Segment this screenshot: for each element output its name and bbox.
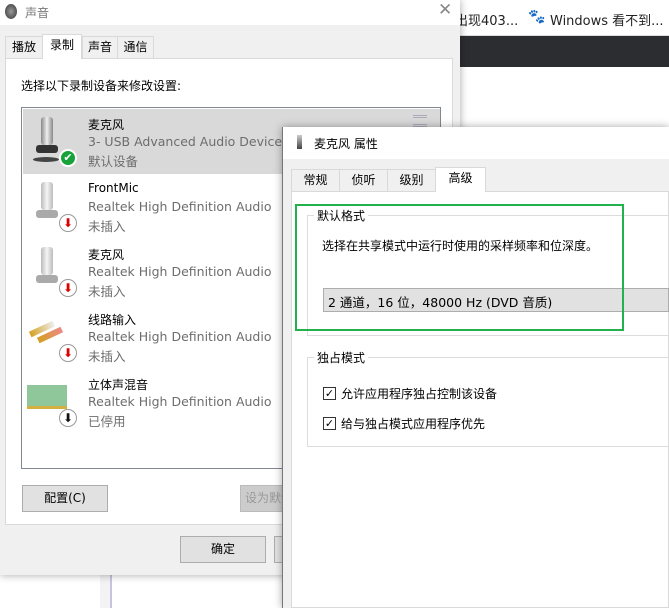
device-status: 默认设备 — [88, 154, 139, 169]
device-status: 已停用 — [88, 414, 126, 429]
disabled-icon: ⬇ — [59, 409, 77, 427]
tab-listen[interactable]: 侦听 — [339, 169, 388, 191]
exclusive-priority-checkbox[interactable]: ✓ — [323, 417, 336, 430]
sound-card-icon: ⬇ — [25, 377, 77, 427]
tab-sounds[interactable]: 声音 — [82, 36, 118, 58]
unplugged-icon: ⬇ — [59, 214, 77, 232]
configure-button[interactable]: 配置(C) — [22, 485, 108, 512]
device-name: 线路输入 — [88, 313, 137, 327]
paw-icon: 🐾 — [528, 9, 546, 25]
dialog-title: 声音 — [25, 6, 50, 20]
ok-button[interactable]: 确定 — [180, 536, 266, 563]
device-driver: 3- USB Advanced Audio Device — [88, 134, 283, 149]
title-bar: 麦克风 属性 — [283, 127, 669, 159]
unplugged-icon: ⬇ — [59, 344, 77, 362]
device-name: 麦克风 — [88, 118, 125, 132]
highlight-box — [295, 204, 624, 331]
microphone-icon: ⬇ — [33, 182, 77, 232]
microphone-icon — [297, 135, 302, 149]
dialog-title: 麦克风 属性 — [314, 137, 378, 151]
tab-general[interactable]: 常规 — [291, 169, 340, 191]
checkbox-label: 给与独占模式应用程序优先 — [341, 417, 486, 431]
device-name: 麦克风 — [88, 248, 125, 262]
tab-advanced[interactable]: 高级 — [435, 167, 486, 192]
speaker-icon — [5, 4, 17, 19]
background-window-edge — [100, 575, 112, 608]
device-driver: Realtek High Definition Audio — [88, 199, 272, 214]
tab-playback[interactable]: 播放 — [5, 36, 43, 58]
allow-exclusive-checkbox[interactable]: ✓ — [323, 387, 336, 400]
unplugged-icon: ⬇ — [59, 279, 77, 297]
device-driver: Realtek High Definition Audio — [88, 264, 272, 279]
tab-communications[interactable]: 通信 — [117, 36, 154, 58]
group-label: 独占模式 — [314, 349, 369, 366]
microphone-properties-dialog: 麦克风 属性 常规 侦听 级别 高级 默认格式 选择在共享模式中运行时使用的采样… — [282, 127, 669, 608]
microphone-icon: ✔ — [33, 117, 77, 167]
microphone-icon: ⬇ — [33, 247, 77, 297]
device-status: 未插入 — [88, 219, 126, 234]
device-name: FrontMic — [88, 181, 139, 195]
tab-recording[interactable]: 录制 — [42, 34, 82, 59]
device-status: 未插入 — [88, 349, 126, 364]
title-bar: 声音 ✕ — [0, 0, 460, 25]
check-badge-icon: ✔ — [59, 149, 77, 167]
device-name: 立体声混音 — [88, 378, 149, 392]
tab-levels[interactable]: 级别 — [387, 169, 436, 191]
line-in-cable-icon: ⬇ — [25, 312, 77, 362]
device-driver: Realtek High Definition Audio — [88, 394, 272, 409]
browser-tab-bar: 出现403... 🐾 Windows 看不到... — [455, 0, 669, 36]
instruction-text: 选择以下录制设备来修改设置: — [21, 79, 182, 93]
level-meter-icon — [413, 115, 427, 127]
device-status: 未插入 — [88, 284, 126, 299]
device-driver: Realtek High Definition Audio — [88, 329, 272, 344]
exclusive-mode-group: 独占模式 ✓ 允许应用程序独占控制该设备 ✓ 给与独占模式应用程序优先 — [307, 349, 669, 447]
browser-tab[interactable]: Windows 看不到... — [550, 10, 664, 29]
checkbox-label: 允许应用程序独占控制该设备 — [341, 387, 498, 401]
browser-tab[interactable]: 出现403... — [455, 10, 518, 29]
close-icon[interactable]: ✕ — [438, 0, 452, 20]
browser-toolbar — [455, 36, 669, 67]
